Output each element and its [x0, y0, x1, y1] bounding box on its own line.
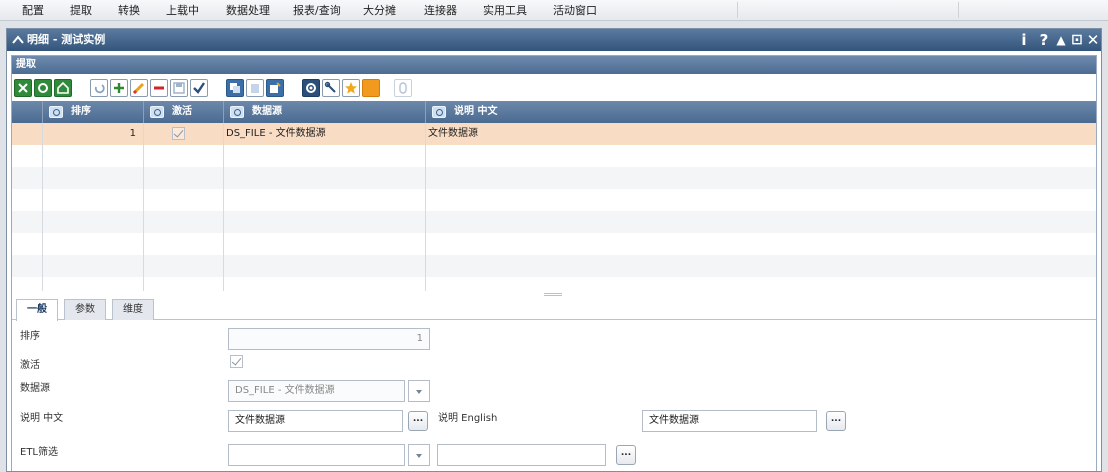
col-header-desc[interactable]: 说明 中文: [425, 101, 1096, 123]
menu-extract[interactable]: 提取: [70, 0, 92, 21]
cell-order: 1: [42, 123, 142, 145]
extract-panel: 提取 排序 激活 数据源 说明 中文 1 DS_FILE - 文件数据源 文件数…: [11, 55, 1097, 471]
table-row-empty: [12, 277, 1096, 291]
toolbar: [12, 75, 1096, 101]
col-header-active[interactable]: 激活: [143, 101, 223, 123]
home-icon[interactable]: [54, 79, 72, 97]
menu-allocation[interactable]: 大分摊: [363, 0, 396, 21]
desc-en-label: 说明 English: [438, 413, 498, 424]
extract-grid: 排序 激活 数据源 说明 中文 1 DS_FILE - 文件数据源 文件数据源: [12, 101, 1096, 291]
source-label: 数据源: [20, 383, 50, 394]
table-row-empty: [12, 167, 1096, 189]
etl-filter-text[interactable]: [437, 444, 606, 466]
grid-divider: [425, 123, 426, 291]
copy-icon[interactable]: [226, 79, 244, 97]
wrench-icon[interactable]: [322, 79, 340, 97]
menu-data-processing[interactable]: 数据处理: [226, 0, 270, 21]
menu-bar: 配置 提取 转换 上载中 数据处理 报表/查询 大分摊 连接器 实用工具 活动窗…: [0, 0, 1108, 21]
column-filter-icon[interactable]: [150, 106, 164, 118]
table-row[interactable]: 1 DS_FILE - 文件数据源 文件数据源: [12, 123, 1096, 145]
highlight-icon[interactable]: [362, 79, 380, 97]
etl-filter-select[interactable]: [228, 444, 405, 466]
info-icon[interactable]: i: [1017, 30, 1031, 50]
etl-ellipsis-button[interactable]: ...: [616, 445, 636, 465]
desc-en-field[interactable]: 文件数据源: [642, 410, 817, 432]
cell-source: DS_FILE - 文件数据源: [223, 123, 425, 145]
col-header-source[interactable]: 数据源: [223, 101, 425, 123]
etl-filter-label: ETL筛选: [20, 447, 58, 458]
help-icon[interactable]: ?: [1036, 30, 1052, 50]
column-filter-icon[interactable]: [230, 106, 244, 118]
chevron-down-icon[interactable]: [408, 380, 430, 402]
add-icon[interactable]: [110, 79, 128, 97]
edit-icon[interactable]: [130, 79, 148, 97]
source-select[interactable]: DS_FILE - 文件数据源: [228, 380, 405, 402]
cell-desc: 文件数据源: [425, 123, 1096, 145]
tab-dimensions[interactable]: 维度: [112, 299, 154, 320]
table-row-empty: [12, 211, 1096, 233]
favorite-icon[interactable]: [342, 79, 360, 97]
table-row-empty: [12, 255, 1096, 277]
panel-splitter[interactable]: [12, 292, 1096, 297]
menu-config[interactable]: 配置: [22, 0, 44, 21]
checkbox-icon[interactable]: [172, 127, 185, 140]
active-checkbox[interactable]: [230, 355, 243, 368]
menu-divider: [737, 2, 738, 18]
table-row-empty: [12, 145, 1096, 167]
undo-icon[interactable]: [90, 79, 108, 97]
desc-cn-label: 说明 中文: [20, 413, 64, 424]
tab-parameters[interactable]: 参数: [64, 299, 106, 320]
chevron-down-icon[interactable]: [408, 444, 430, 466]
grid-divider: [143, 123, 144, 291]
desc-en-ellipsis-button[interactable]: ...: [826, 411, 846, 431]
menu-utilities[interactable]: 实用工具: [483, 0, 527, 21]
close-icon[interactable]: ✕: [1085, 30, 1101, 50]
settings-icon[interactable]: [302, 79, 320, 97]
splitter-grip-icon[interactable]: [544, 293, 562, 296]
attach-icon[interactable]: [394, 79, 412, 97]
grid-divider: [42, 123, 43, 291]
order-label: 排序: [20, 331, 40, 342]
excel-export-icon[interactable]: [14, 79, 32, 97]
refresh-icon[interactable]: [34, 79, 52, 97]
duplicate-icon[interactable]: [266, 79, 284, 97]
table-row-empty: [12, 189, 1096, 211]
window-titlebar: 明细 - 测试实例 i ? ▲ ⊡ ✕: [7, 29, 1101, 51]
column-filter-icon[interactable]: [49, 106, 63, 118]
menu-active-window[interactable]: 活动窗口: [553, 0, 597, 21]
collapse-icon[interactable]: ▲: [1054, 30, 1068, 50]
save-icon[interactable]: [170, 79, 188, 97]
menu-reports-query[interactable]: 报表/查询: [293, 0, 341, 21]
confirm-icon[interactable]: [190, 79, 208, 97]
menu-upload[interactable]: 上载中: [166, 0, 199, 21]
col-header-order[interactable]: 排序: [42, 101, 142, 123]
window-title: 明细 - 测试实例: [27, 33, 106, 46]
desc-cn-field[interactable]: 文件数据源: [228, 410, 403, 432]
detail-tabs: 一般 参数 维度: [12, 298, 1096, 321]
active-label: 激活: [20, 360, 40, 371]
column-filter-icon[interactable]: [432, 106, 446, 118]
menu-divider: [958, 2, 959, 18]
menu-transform[interactable]: 转换: [118, 0, 140, 21]
grid-header: 排序 激活 数据源 说明 中文: [12, 101, 1096, 123]
detail-window: 明细 - 测试实例 i ? ▲ ⊡ ✕ 提取 排序 激活 数据源 说明 中文 1…: [6, 28, 1102, 472]
tab-general[interactable]: 一般: [16, 299, 58, 321]
menu-connectors[interactable]: 连接器: [424, 0, 457, 21]
panel-title: 提取: [12, 56, 1096, 74]
maximize-icon[interactable]: ⊡: [1069, 30, 1085, 50]
order-field[interactable]: 1: [228, 328, 430, 350]
paste-icon[interactable]: [246, 79, 264, 97]
cell-active: [143, 123, 223, 145]
desc-cn-ellipsis-button[interactable]: ...: [408, 411, 428, 431]
table-row-empty: [12, 233, 1096, 255]
general-form: 排序 1 激活 数据源 DS_FILE - 文件数据源 说明 中文 文件数据源 …: [12, 321, 1096, 471]
window-app-icon: [12, 35, 24, 44]
grid-divider: [223, 123, 224, 291]
delete-icon[interactable]: [150, 79, 168, 97]
